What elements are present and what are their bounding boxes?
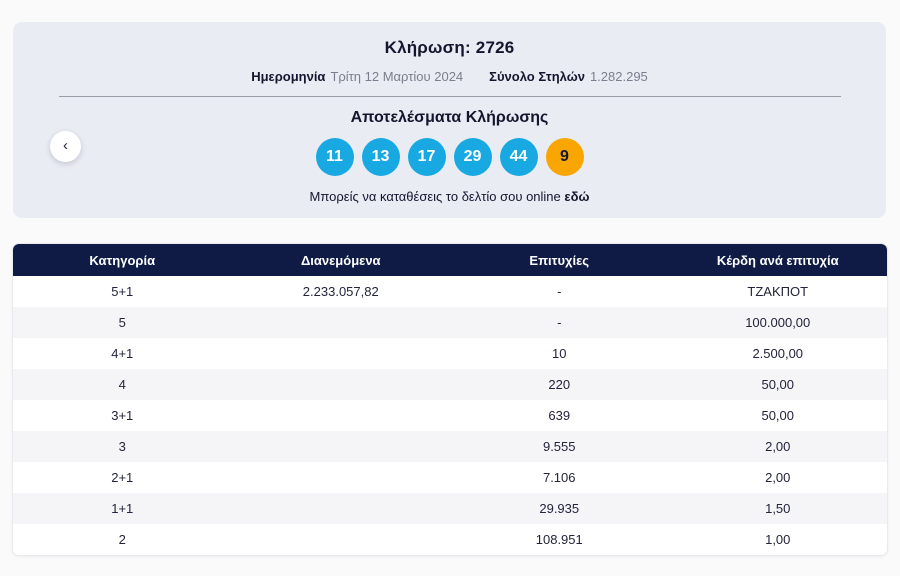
cell-winners: 9.555 xyxy=(542,439,576,454)
cell-prize: 100.000,00 xyxy=(745,315,811,330)
online-submit-text: Μπορείς να καταθέσεις το δελτίο σου onli… xyxy=(13,189,886,204)
total-columns-value: 1.282.295 xyxy=(589,69,648,84)
chevron-left-icon: ‹ xyxy=(63,137,68,154)
draw-numbers: 11 13 17 29 44 9 xyxy=(13,138,886,176)
prize-table-header: Κατηγορία Διανεμόμενα Επιτυχίες Κέρδη αν… xyxy=(13,244,887,276)
cell-winners: 29.935 xyxy=(539,501,580,516)
draw-title: Κλήρωση: 2726 xyxy=(384,38,515,57)
cell-category: 1+1 xyxy=(111,501,134,516)
cell-category: 5+1 xyxy=(111,284,134,299)
cell-winners: 7.106 xyxy=(542,470,576,485)
cell-winners: 639 xyxy=(548,408,571,423)
table-row: 5+1 2.233.057,82 - ΤΖΑΚΠΟΤ xyxy=(13,276,887,307)
online-submit-link[interactable]: εδώ xyxy=(564,189,589,204)
header-winners: Επιτυχίες xyxy=(529,252,590,268)
prize-table-body: 5+1 2.233.057,82 - ΤΖΑΚΠΟΤ 5 - 100.000,0… xyxy=(13,276,887,555)
draw-panel: Κλήρωση: 2726 Ημερομηνία Τρίτη 12 Μαρτίο… xyxy=(13,22,886,218)
draw-date-value: Τρίτη 12 Μαρτίου 2024 xyxy=(330,69,464,84)
cell-prize: 50,00 xyxy=(761,377,795,392)
cell-prize: 1,00 xyxy=(765,532,791,547)
draw-number-ball: 44 xyxy=(499,138,538,176)
cell-category: 2+1 xyxy=(111,470,134,485)
cell-winners: - xyxy=(557,315,562,330)
total-columns: Σύνολο Στηλών 1.282.295 xyxy=(489,69,648,84)
online-submit-text-body: Μπορείς να καταθέσεις το δελτίο σου onli… xyxy=(309,189,561,204)
draw-number-ball: 29 xyxy=(453,138,492,176)
table-row: 4 220 50,00 xyxy=(13,369,887,400)
cell-category: 2 xyxy=(118,532,126,547)
table-row: 1+1 29.935 1,50 xyxy=(13,493,887,524)
cell-winners: 10 xyxy=(552,346,567,361)
cell-prize: 1,50 xyxy=(765,501,791,516)
draw-number-ball: 13 xyxy=(361,138,400,176)
draw-meta: Ημερομηνία Τρίτη 12 Μαρτίου 2024 Σύνολο … xyxy=(13,69,886,84)
results-title: Αποτελέσματα Κλήρωσης xyxy=(350,109,549,126)
cell-prize: 2.500,00 xyxy=(752,346,804,361)
previous-draw-button[interactable]: ‹ xyxy=(50,131,81,162)
cell-winners: - xyxy=(557,284,562,299)
table-row: 3+1 639 50,00 xyxy=(13,400,887,431)
cell-category: 4 xyxy=(118,377,126,392)
cell-prize: ΤΖΑΚΠΟΤ xyxy=(747,284,809,299)
cell-category: 5 xyxy=(118,315,126,330)
table-row: 2 108.951 1,00 xyxy=(13,524,887,555)
cell-prize: 2,00 xyxy=(765,439,791,454)
cell-distributed: 2.233.057,82 xyxy=(302,284,379,299)
draw-date-label: Ημερομηνία xyxy=(251,69,326,84)
table-row: 5 - 100.000,00 xyxy=(13,307,887,338)
cell-category: 3+1 xyxy=(111,408,134,423)
draw-number-ball: 11 xyxy=(315,138,354,176)
draw-date: Ημερομηνία Τρίτη 12 Μαρτίου 2024 xyxy=(251,69,463,84)
header-distributed: Διανεμόμενα xyxy=(300,252,381,268)
panel-divider xyxy=(59,96,841,97)
cell-prize: 50,00 xyxy=(761,408,795,423)
draw-number-ball: 17 xyxy=(407,138,446,176)
cell-winners: 220 xyxy=(548,377,571,392)
table-row: 3 9.555 2,00 xyxy=(13,431,887,462)
table-row: 2+1 7.106 2,00 xyxy=(13,462,887,493)
header-category: Κατηγορία xyxy=(89,252,156,268)
cell-winners: 108.951 xyxy=(535,532,583,547)
prize-table: Κατηγορία Διανεμόμενα Επιτυχίες Κέρδη αν… xyxy=(12,243,888,556)
cell-prize: 2,00 xyxy=(765,470,791,485)
cell-category: 4+1 xyxy=(111,346,134,361)
table-row: 4+1 10 2.500,00 xyxy=(13,338,887,369)
header-prize-per-win: Κέρδη ανά επιτυχία xyxy=(716,252,839,268)
cell-category: 3 xyxy=(118,439,126,454)
bonus-number-ball: 9 xyxy=(545,138,584,176)
total-columns-label: Σύνολο Στηλών xyxy=(489,69,585,84)
